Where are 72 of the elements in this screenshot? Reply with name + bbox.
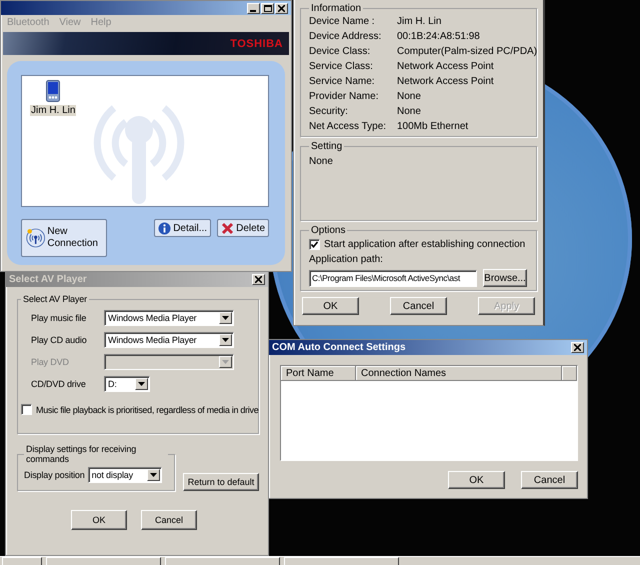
property-label: Net Access Type: — [309, 121, 388, 132]
delete-button[interactable]: Delete — [217, 219, 269, 237]
setting-value: None — [309, 156, 333, 167]
checkbox[interactable] — [21, 404, 32, 415]
property-label: Service Class: — [309, 61, 374, 72]
row-label: Play music file — [31, 313, 88, 323]
group-title: Display settings for receiving commands — [25, 444, 138, 464]
brand-logo: TOSHIBA — [230, 38, 283, 50]
window-title: Select AV Player — [9, 274, 88, 285]
checkbox-label: Music file playback is prioritised, regardless of media in drive — [36, 404, 258, 414]
group-title: Setting — [310, 141, 344, 152]
property-value: None — [397, 91, 422, 102]
group-title: Information — [310, 3, 362, 14]
dropdown-arrow-icon — [222, 360, 229, 364]
reset-button[interactable]: Return to default — [183, 473, 259, 491]
dropdown[interactable]: Windows Media Player — [104, 310, 234, 326]
minimize-button[interactable] — [247, 2, 260, 14]
property-label: Device Class: — [309, 46, 372, 57]
dialog-button[interactable]: Cancel — [141, 510, 197, 530]
dialog-button[interactable]: OK — [302, 297, 359, 315]
dialog-button[interactable]: Cancel — [521, 471, 578, 489]
dropdown-arrow-icon — [150, 473, 157, 477]
close-button[interactable] — [275, 2, 288, 14]
delete-x-icon — [221, 222, 234, 234]
checkbox-label: Start application after establishing connection — [324, 239, 526, 250]
browse-button[interactable]: Browse... — [483, 269, 527, 287]
dropdown-arrow-icon — [222, 316, 229, 320]
property-value: 00:1B:24:A8:51:98 — [397, 31, 481, 42]
checkmark-icon — [311, 241, 318, 248]
row-label: Play CD audio — [31, 335, 88, 345]
dialog-button[interactable]: OK — [71, 510, 127, 530]
path-field[interactable]: C:\Program Files\Microsoft ActiveSync\ast — [309, 270, 477, 286]
row-label: Play DVD — [31, 357, 70, 367]
property-value: Network Access Point — [397, 61, 495, 72]
maximize-button[interactable] — [261, 2, 274, 14]
property-label: Security: — [309, 106, 349, 117]
path-label: Application path: — [309, 254, 384, 265]
new-button[interactable]: New Connection — [21, 219, 107, 257]
checkbox[interactable] — [309, 239, 320, 250]
dropdown-arrow-icon — [222, 338, 229, 342]
dropdown[interactable]: Windows Media Player — [104, 332, 234, 348]
device-name[interactable]: Jim H. Lin — [30, 105, 76, 116]
pda-icon[interactable] — [46, 80, 60, 102]
dropdown-arrow-icon — [138, 382, 145, 386]
close-icon — [278, 4, 285, 12]
row-label: Display position — [24, 470, 85, 480]
property-value: Network Access Point — [397, 76, 495, 87]
close-icon — [255, 276, 262, 283]
row-label: CD/DVD drive — [31, 379, 87, 389]
close-icon — [574, 344, 581, 351]
property-value: 100Mb Ethernet — [397, 121, 470, 132]
window-title: COM Auto Connect Settings — [272, 342, 407, 353]
dropdown[interactable]: not display — [88, 467, 162, 483]
property-label: Service Name: — [309, 76, 376, 87]
property-label: Provider Name: — [309, 91, 380, 102]
property-label: Device Name : — [309, 16, 376, 27]
property-value: Jim H. Lin — [397, 16, 442, 27]
column-header[interactable]: Connection Names — [356, 366, 562, 381]
group-title: Options — [310, 225, 346, 236]
property-value: None — [397, 106, 422, 117]
property-value: Computer(Palm-sized PC/PDA) — [397, 46, 538, 57]
column-header[interactable]: Port Name — [281, 366, 356, 381]
group-title: Select AV Player — [22, 294, 88, 304]
info-icon — [158, 222, 172, 234]
property-label: Device Address: — [309, 31, 382, 42]
maximize-icon — [264, 4, 272, 12]
dialog-button[interactable]: Cancel — [390, 297, 447, 315]
close-button[interactable] — [571, 342, 584, 353]
detail-button[interactable]: Detail... — [154, 219, 212, 237]
close-button[interactable] — [252, 274, 265, 285]
dropdown[interactable]: D: — [104, 376, 150, 392]
dialog-button[interactable]: OK — [448, 471, 505, 489]
